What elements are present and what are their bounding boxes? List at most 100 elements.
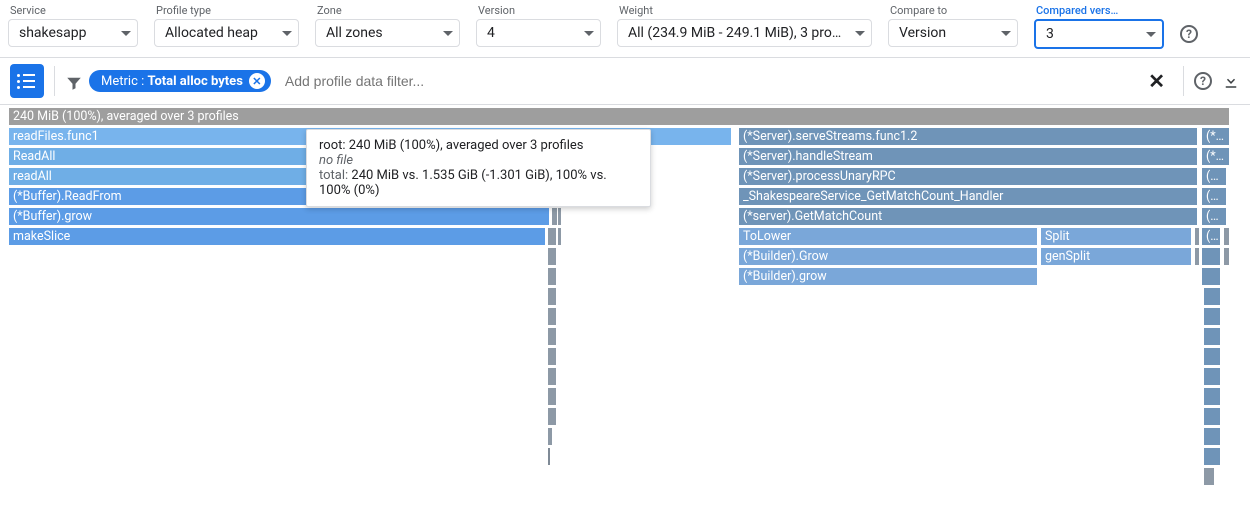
caret-icon [1146,32,1156,37]
filter-zone-label: Zone [315,4,460,17]
flame-frame[interactable] [1203,407,1221,426]
filter-compare-to: Compare to Version [888,4,1018,47]
flame-frame[interactable]: (*h… [1201,147,1230,166]
filter-compare-to-label: Compare to [888,4,1018,17]
flame-frame[interactable] [1203,467,1215,486]
filter-compared-version: Compared vers… 3 [1034,4,1164,49]
flame-frame[interactable] [547,427,553,446]
flame-frame[interactable] [1194,247,1200,266]
flame-frame[interactable] [1203,327,1221,346]
filter-compared-version-dropdown[interactable]: 3 [1034,19,1164,49]
flame-frame[interactable] [547,407,557,426]
flame-frame[interactable]: ToLower [738,227,1038,246]
flame-frame[interactable]: _ShakespeareService_GetMatchCount_Handle… [738,187,1198,206]
clear-filter-button[interactable]: ✕ [1140,65,1173,97]
filter-version: Version 4 [476,4,601,47]
filter-compared-version-label: Compared vers… [1034,4,1164,17]
flame-frame[interactable] [1194,227,1200,246]
filter-input[interactable] [281,67,1130,95]
flame-frame[interactable]: (*Server).handleStream [738,147,1198,166]
flame-frame[interactable] [557,227,562,246]
filter-profile-type-value: Allocated heap [165,25,258,41]
flame-frame[interactable] [547,247,557,266]
toolbar: Metric : Total alloc bytes ✕ ✕ ? [0,57,1250,105]
flame-frame[interactable]: (… [1201,187,1227,206]
filter-weight: Weight All (234.9 MiB - 249.1 MiB), 3 pr… [617,4,872,47]
flame-graph[interactable]: 240 MiB (100%), averaged over 3 profiles… [8,107,1242,487]
flame-frame[interactable] [1203,387,1221,406]
view-list-button[interactable] [10,64,44,98]
flame-tooltip: root: 240 MiB (100%), averaged over 3 pr… [306,129,651,207]
tooltip-line3: total: 240 MiB vs. 1.535 GiB (-1.301 GiB… [319,168,638,198]
flame-frame[interactable]: Split [1040,227,1192,246]
filters-row: Service shakesapp Profile type Allocated… [0,0,1250,57]
flame-frame[interactable]: (… [1201,227,1221,246]
flame-frame[interactable] [1203,307,1221,326]
caret-icon [855,31,865,36]
flame-frame[interactable] [547,227,557,246]
flame-frame[interactable] [547,367,557,386]
flame-frame[interactable] [1223,227,1230,246]
flame-frame[interactable] [1201,247,1221,266]
flame-frame[interactable] [557,207,562,226]
flame-frame[interactable]: (*Server).processUnaryRPC [738,167,1198,186]
flame-root[interactable]: 240 MiB (100%), averaged over 3 profiles [8,107,1230,126]
flame-frame[interactable]: (… [1201,167,1227,186]
flame-frame[interactable] [1201,267,1221,286]
flame-frame[interactable] [547,347,557,366]
download-icon[interactable] [1222,72,1240,90]
flame-frame[interactable]: genSplit [1040,247,1192,266]
tooltip-line2: no file [319,153,638,168]
caret-icon [1001,31,1011,36]
flame-frame[interactable] [547,447,551,466]
flame-frame[interactable] [1203,347,1221,366]
caret-icon [282,31,292,36]
flame-frame[interactable] [1203,447,1221,466]
filter-service-value: shakesapp [19,25,87,41]
metric-chip[interactable]: Metric : Total alloc bytes ✕ [89,70,271,92]
flame-frame[interactable]: (*h… [1201,127,1230,146]
flame-frame[interactable] [547,267,557,286]
filter-weight-dropdown[interactable]: All (234.9 MiB - 249.1 MiB), 3 profiles [617,19,872,47]
divider [54,66,55,96]
filter-profile-type-dropdown[interactable]: Allocated heap [154,19,299,47]
filter-compare-to-value: Version [899,25,946,41]
filter-compare-to-dropdown[interactable]: Version [888,19,1018,47]
flame-frame[interactable] [547,327,557,346]
flame-frame[interactable]: (*Server).serveStreams.func1.2 [738,127,1198,146]
filter-icon[interactable] [65,74,79,88]
divider [1183,66,1184,96]
filter-profile-type: Profile type Allocated heap [154,4,299,47]
filter-service: Service shakesapp [8,4,138,47]
flame-frame[interactable]: (*Builder).Grow [738,247,1038,266]
filter-profile-type-label: Profile type [154,4,299,17]
filter-zone-value: All zones [326,25,383,41]
filter-version-label: Version [476,4,601,17]
filter-weight-value: All (234.9 MiB - 249.1 MiB), 3 profiles [628,25,845,41]
caret-icon [584,31,594,36]
flame-frame[interactable] [1203,427,1221,446]
metric-chip-label: Metric : Total alloc bytes [101,74,243,89]
flame-frame[interactable]: (… [1201,207,1227,226]
flame-frame[interactable]: makeSlice [8,227,546,246]
flame-frame[interactable] [1203,367,1221,386]
flame-frame[interactable] [547,307,557,326]
flame-frame[interactable] [1203,287,1221,306]
flame-frame[interactable]: (*Buffer).grow [8,207,550,226]
help-icon[interactable]: ? [1180,25,1198,43]
flame-frame[interactable] [1223,247,1230,266]
help-icon[interactable]: ? [1194,72,1212,90]
caret-icon [443,31,453,36]
filter-service-dropdown[interactable]: shakesapp [8,19,138,47]
close-icon[interactable]: ✕ [249,73,265,89]
flame-frame[interactable]: (*Builder).grow [738,267,1038,286]
list-icon [19,74,35,88]
filter-zone: Zone All zones [315,4,460,47]
flame-frame[interactable] [547,287,557,306]
flame-frame[interactable]: (*server).GetMatchCount [738,207,1198,226]
filter-version-dropdown[interactable]: 4 [476,19,601,47]
flame-frame[interactable] [547,387,557,406]
filter-weight-label: Weight [617,4,872,17]
filter-zone-dropdown[interactable]: All zones [315,19,460,47]
filter-version-value: 4 [487,25,495,41]
